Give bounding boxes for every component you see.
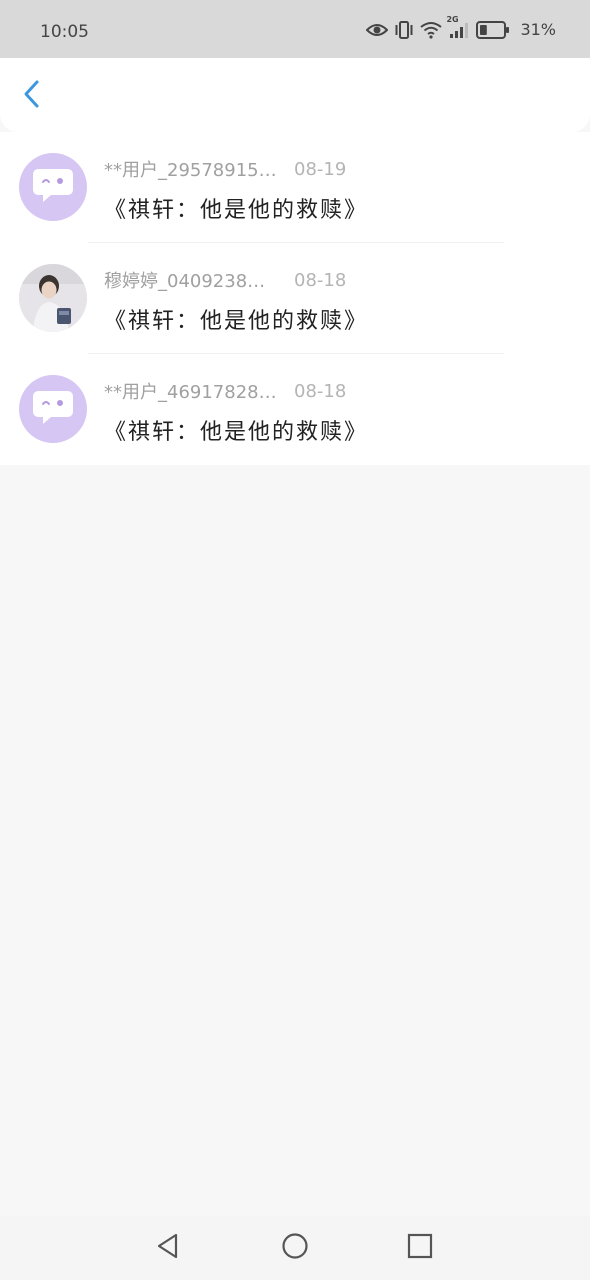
item-meta: **用户_46917828… 08-18 (104, 378, 346, 404)
back-triangle-icon (154, 1232, 182, 1264)
vibrate-icon (394, 20, 414, 39)
default-chat-avatar-icon (31, 387, 75, 431)
status-bar: 10:05 2G 31% (0, 0, 590, 58)
status-time: 10:05 (40, 22, 89, 42)
date: 08-18 (294, 269, 347, 291)
username: **用户_29578915… (104, 160, 277, 181)
home-circle-icon (281, 1232, 309, 1264)
default-chat-avatar-icon (31, 165, 75, 209)
list-item[interactable]: **用户_29578915… 08-19 《祺轩：他是他的救赎》 (0, 132, 590, 243)
item-title: 《祺轩：他是他的救赎》 (104, 420, 369, 445)
recents-square-icon (406, 1232, 434, 1264)
eye-icon (366, 23, 389, 37)
date: 08-19 (294, 158, 347, 180)
network-type-label: 2G (446, 14, 459, 24)
chevron-left-icon (22, 79, 42, 113)
avatar[interactable] (19, 375, 87, 443)
back-button[interactable] (14, 76, 50, 116)
nav-home-button[interactable] (279, 1232, 311, 1264)
item-meta: 穆婷婷_0409238… 08-18 (104, 267, 346, 293)
avatar[interactable] (19, 264, 87, 332)
battery-percent: 31% (520, 20, 556, 39)
username: 穆婷婷_0409238… (104, 271, 266, 292)
nav-recents-button[interactable] (404, 1232, 436, 1264)
username: **用户_46917828… (104, 382, 277, 403)
date: 08-18 (294, 380, 347, 402)
list-item[interactable]: **用户_46917828… 08-18 《祺轩：他是他的救赎》 (0, 354, 590, 465)
item-title: 《祺轩：他是他的救赎》 (104, 198, 369, 223)
avatar[interactable] (19, 153, 87, 221)
photo-avatar-icon (19, 264, 87, 332)
status-icons: 2G 31% (366, 15, 556, 39)
item-meta: **用户_29578915… 08-19 (104, 156, 346, 182)
comment-list: **用户_29578915… 08-19 《祺轩：他是他的救赎》 穆婷婷_040… (0, 132, 590, 465)
system-nav-bar (0, 1216, 590, 1280)
list-item[interactable]: 穆婷婷_0409238… 08-18 《祺轩：他是他的救赎》 (0, 243, 590, 354)
nav-back-button[interactable] (152, 1232, 184, 1264)
wifi-icon (420, 21, 443, 39)
item-title: 《祺轩：他是他的救赎》 (104, 309, 369, 334)
battery-icon (476, 20, 510, 39)
signal-icon: 2G (446, 15, 470, 39)
header-bar (0, 58, 590, 132)
